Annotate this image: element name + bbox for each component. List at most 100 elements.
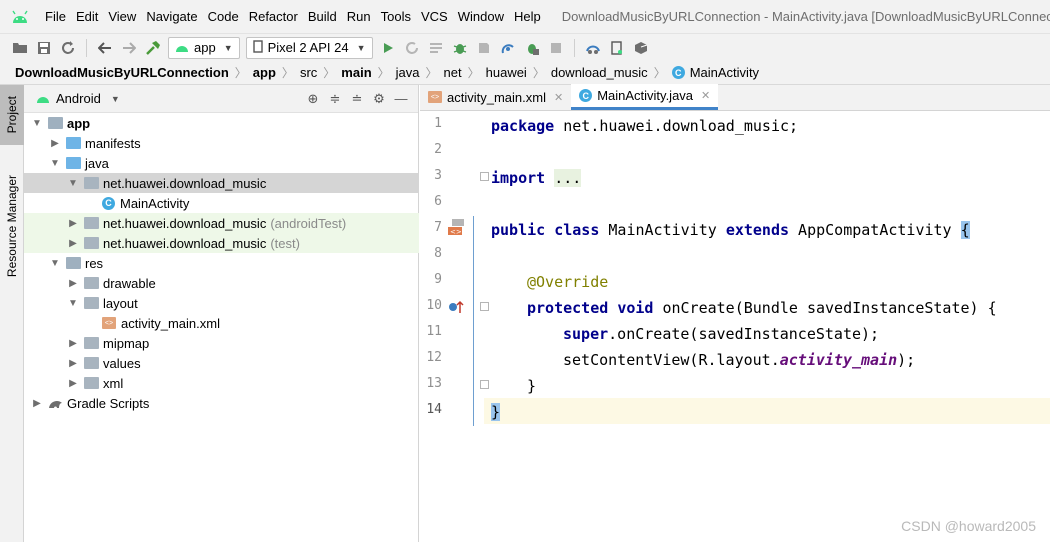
chevron-right-icon[interactable]: ▶ bbox=[48, 138, 62, 149]
breadcrumb-download-music[interactable]: download_music bbox=[551, 65, 648, 80]
build-hammer-icon[interactable] bbox=[143, 38, 163, 58]
tree-item-layout[interactable]: ▼ layout bbox=[24, 293, 419, 313]
sync-icon[interactable] bbox=[58, 38, 78, 58]
project-view-select[interactable]: Android bbox=[56, 91, 101, 106]
breadcrumb-net[interactable]: net bbox=[444, 65, 462, 80]
chevron-right-icon[interactable]: ▶ bbox=[66, 378, 80, 389]
chevron-down-icon[interactable]: ▼ bbox=[66, 298, 80, 309]
apply-changes-icon[interactable] bbox=[402, 38, 422, 58]
fold-marker-icon[interactable] bbox=[480, 380, 489, 389]
chevron-down-icon[interactable]: ▼ bbox=[111, 94, 120, 104]
tree-item-manifests[interactable]: ▶ manifests bbox=[24, 133, 419, 153]
open-folder-icon[interactable] bbox=[10, 38, 30, 58]
apply-code-changes-icon[interactable] bbox=[426, 38, 446, 58]
code-area[interactable]: package net.huawei.download_music; impor… bbox=[491, 111, 1050, 542]
layout-preview-icon[interactable]: <> bbox=[448, 219, 464, 236]
tree-item-package-test[interactable]: ▶ net.huawei.download_music (test) bbox=[24, 233, 419, 253]
menu-window[interactable]: Window bbox=[453, 0, 509, 34]
debug-icon[interactable] bbox=[450, 38, 470, 58]
debug-android-icon[interactable] bbox=[522, 38, 542, 58]
fold-marker-icon[interactable] bbox=[480, 302, 489, 311]
menu-run[interactable]: Run bbox=[342, 0, 376, 34]
chevron-down-icon[interactable]: ▼ bbox=[66, 178, 80, 189]
tree-item-values[interactable]: ▶ values bbox=[24, 353, 419, 373]
close-icon[interactable]: ✕ bbox=[554, 91, 563, 104]
watermark: CSDN @howard2005 bbox=[901, 518, 1036, 534]
tab-mainactivity-java[interactable]: C MainActivity.java ✕ bbox=[571, 84, 719, 110]
tree-item-package-main[interactable]: ▼ net.huawei.download_music bbox=[24, 173, 419, 193]
line-number: 2 bbox=[434, 142, 442, 157]
device-manager-icon[interactable] bbox=[607, 38, 627, 58]
expand-all-icon[interactable]: ≑ bbox=[324, 91, 346, 107]
tree-item-mipmap[interactable]: ▶ mipmap bbox=[24, 333, 419, 353]
menu-tools[interactable]: Tools bbox=[376, 0, 416, 34]
menu-view[interactable]: View bbox=[103, 0, 141, 34]
profile-icon[interactable] bbox=[474, 38, 494, 58]
sync-gradle-icon[interactable] bbox=[583, 38, 603, 58]
tree-item-java[interactable]: ▼ java bbox=[24, 153, 419, 173]
tree-item-package-androidtest[interactable]: ▶ net.huawei.download_music (androidTest… bbox=[24, 213, 419, 233]
attach-debugger-icon[interactable] bbox=[498, 38, 518, 58]
chevron-down-icon[interactable]: ▼ bbox=[48, 258, 62, 269]
tab-project[interactable]: Project bbox=[0, 85, 24, 145]
chevron-right-icon[interactable]: ▶ bbox=[66, 358, 80, 369]
gear-icon[interactable]: ⚙ bbox=[368, 91, 390, 107]
chevron-right-icon[interactable]: ▶ bbox=[66, 218, 80, 229]
tree-item-activity-main-xml[interactable]: <> activity_main.xml bbox=[24, 313, 419, 333]
breadcrumb-project[interactable]: DownloadMusicByURLConnection bbox=[15, 65, 229, 80]
run-icon[interactable] bbox=[378, 38, 398, 58]
close-icon[interactable]: ✕ bbox=[701, 89, 710, 102]
menu-refactor[interactable]: Refactor bbox=[244, 0, 303, 34]
minimize-icon[interactable]: — bbox=[390, 91, 412, 106]
menu-navigate[interactable]: Navigate bbox=[141, 0, 202, 34]
menu-code[interactable]: Code bbox=[203, 0, 244, 34]
tab-activity-main-xml[interactable]: <> activity_main.xml ✕ bbox=[420, 84, 571, 110]
tree-item-drawable[interactable]: ▶ drawable bbox=[24, 273, 419, 293]
run-configuration-select[interactable]: app ▼ bbox=[168, 36, 240, 59]
device-select[interactable]: Pixel 2 API 24 ▼ bbox=[245, 36, 373, 59]
fold-marker-icon[interactable] bbox=[480, 172, 489, 181]
svg-text:<>: <> bbox=[450, 228, 462, 235]
chevron-down-icon[interactable]: ▼ bbox=[30, 118, 44, 129]
breadcrumb-main[interactable]: main bbox=[341, 65, 371, 80]
gradle-icon bbox=[48, 397, 63, 409]
code-text: AppCompatActivity bbox=[789, 221, 961, 239]
code-editor[interactable]: 1 2 3 6 7 8 9 10 11 12 13 14 <> package … bbox=[420, 111, 1050, 542]
save-icon[interactable] bbox=[34, 38, 54, 58]
chevron-right-icon[interactable]: ▶ bbox=[66, 238, 80, 249]
menu-edit[interactable]: Edit bbox=[71, 0, 103, 34]
breadcrumb-app[interactable]: app bbox=[253, 65, 276, 80]
tree-item-mainactivity[interactable]: C MainActivity bbox=[24, 193, 419, 213]
sdk-manager-icon[interactable] bbox=[631, 38, 651, 58]
breadcrumb-huawei[interactable]: huawei bbox=[486, 65, 527, 80]
override-marker-icon[interactable] bbox=[448, 299, 464, 315]
tab-resource-manager[interactable]: Resource Manager bbox=[0, 165, 24, 287]
tree-item-res[interactable]: ▼ res bbox=[24, 253, 419, 273]
tree-item-label: layout bbox=[103, 295, 138, 311]
menu-file[interactable]: File bbox=[40, 0, 71, 34]
forward-arrow-icon[interactable] bbox=[119, 38, 139, 58]
breadcrumb-mainactivity[interactable]: MainActivity bbox=[690, 65, 759, 80]
tree-item-app[interactable]: ▼ app bbox=[24, 113, 419, 133]
line-number: 8 bbox=[434, 246, 442, 261]
locate-icon[interactable]: ⊕ bbox=[302, 91, 324, 107]
tree-item-xml[interactable]: ▶ xml bbox=[24, 373, 419, 393]
xml-file-icon: <> bbox=[428, 91, 442, 103]
stop-icon[interactable] bbox=[546, 38, 566, 58]
back-arrow-icon[interactable] bbox=[95, 38, 115, 58]
chevron-right-icon[interactable]: ▶ bbox=[66, 278, 80, 289]
menu-vcs[interactable]: VCS bbox=[416, 0, 453, 34]
menu-build[interactable]: Build bbox=[303, 0, 342, 34]
breadcrumb-src[interactable]: src bbox=[300, 65, 317, 80]
tree-item-gradle-scripts[interactable]: ▶ Gradle Scripts bbox=[24, 393, 419, 413]
breadcrumb-java[interactable]: java bbox=[396, 65, 420, 80]
menu-bar: File Edit View Navigate Code Refactor Bu… bbox=[0, 0, 1050, 34]
chevron-right-icon[interactable]: ▶ bbox=[30, 398, 44, 409]
collapse-all-icon[interactable]: ≐ bbox=[346, 91, 368, 107]
tab-label: MainActivity.java bbox=[597, 88, 694, 103]
line-number: 13 bbox=[426, 376, 442, 391]
chevron-right-icon[interactable]: ▶ bbox=[66, 338, 80, 349]
menu-help[interactable]: Help bbox=[509, 0, 546, 34]
folded-imports[interactable]: ... bbox=[554, 169, 582, 187]
chevron-down-icon[interactable]: ▼ bbox=[48, 158, 62, 169]
